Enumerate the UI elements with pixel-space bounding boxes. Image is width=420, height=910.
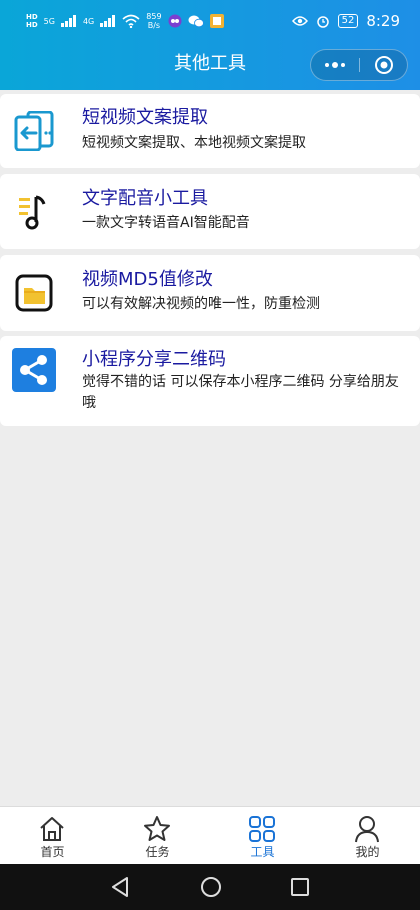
miniprogram-capsule: [310, 49, 408, 81]
bottom-tab-bar: 首页 任务 工具 我的: [0, 806, 420, 865]
eye-icon: [291, 16, 308, 26]
tab-label: 首页: [40, 845, 65, 859]
status-bar: HD HD 5G 4G 859 B/s 52 8:29: [0, 0, 420, 40]
person-icon: [355, 816, 379, 843]
tool-title: 短视频文案提取: [82, 107, 208, 128]
gallery-icon: [209, 14, 224, 28]
close-miniprogram-button[interactable]: [360, 50, 408, 80]
network-type: 5G: [43, 16, 55, 26]
more-dots-icon: [325, 62, 345, 68]
music-note-icon: [19, 195, 46, 230]
tool-subtitle: 短视频文案提取、本地视频文案提取: [82, 135, 306, 151]
tool-card-video-md5[interactable]: 视频MD5值修改 可以有效解决视频的唯一性，防重检测: [0, 255, 420, 331]
tab-label: 我的: [355, 845, 380, 859]
tool-card-text-to-speech[interactable]: 文字配音小工具 一款文字转语音AI智能配音: [0, 174, 420, 249]
tool-subtitle: 可以有效解决视频的唯一性，防重检测: [82, 296, 320, 312]
network-type-2: 4G: [82, 16, 95, 26]
battery-indicator: 52: [337, 14, 359, 28]
status-right: 52 8:29: [291, 10, 400, 32]
tool-subtitle: 觉得不错的话 可以保存本小程序二维码 分享给朋友哦: [82, 374, 399, 411]
more-button[interactable]: [311, 50, 359, 80]
tab-label: 任务: [145, 845, 170, 859]
hd-indicator: HD HD: [26, 13, 38, 29]
tab-mine[interactable]: 我的: [315, 807, 420, 865]
tab-tasks[interactable]: 任务: [105, 807, 210, 865]
recents-icon[interactable]: [290, 876, 310, 898]
app-notification-icon: [168, 14, 182, 28]
header: HD HD 5G 4G 859 B/s 52 8:29 其他工具: [0, 0, 420, 90]
tool-card-video-text-extract[interactable]: 短视频文案提取 短视频文案提取、本地视频文案提取: [0, 94, 420, 168]
alarm-icon: [316, 16, 329, 28]
grid-icon: [249, 816, 275, 842]
tab-home[interactable]: 首页: [0, 807, 105, 865]
tool-title: 视频MD5值修改: [82, 269, 213, 290]
home-icon: [40, 817, 64, 841]
clock: 8:29: [366, 12, 400, 30]
tab-label: 工具: [250, 845, 275, 859]
network-speed: 859 B/s: [146, 12, 162, 30]
folder-icon: [15, 274, 53, 312]
tab-tools[interactable]: 工具: [210, 807, 315, 865]
tool-title: 文字配音小工具: [82, 188, 208, 209]
signal-icon-2: [100, 15, 116, 27]
tool-subtitle: 一款文字转语音AI智能配音: [82, 215, 250, 231]
tool-title: 小程序分享二维码: [82, 349, 226, 370]
target-icon: [375, 56, 393, 74]
video-extract-icon: [14, 111, 54, 151]
wifi-icon: [122, 14, 140, 28]
home-circle-icon[interactable]: [200, 876, 222, 898]
star-icon: [144, 816, 170, 841]
signal-icon: [60, 15, 76, 27]
share-icon: [12, 348, 56, 392]
wechat-icon: [188, 15, 204, 28]
tool-card-share-qrcode[interactable]: 小程序分享二维码 觉得不错的话 可以保存本小程序二维码 分享给朋友哦: [0, 336, 420, 426]
back-icon[interactable]: [110, 876, 130, 898]
system-navigation-bar: [0, 864, 420, 910]
status-left: HD HD 5G 4G 859 B/s: [26, 10, 224, 32]
